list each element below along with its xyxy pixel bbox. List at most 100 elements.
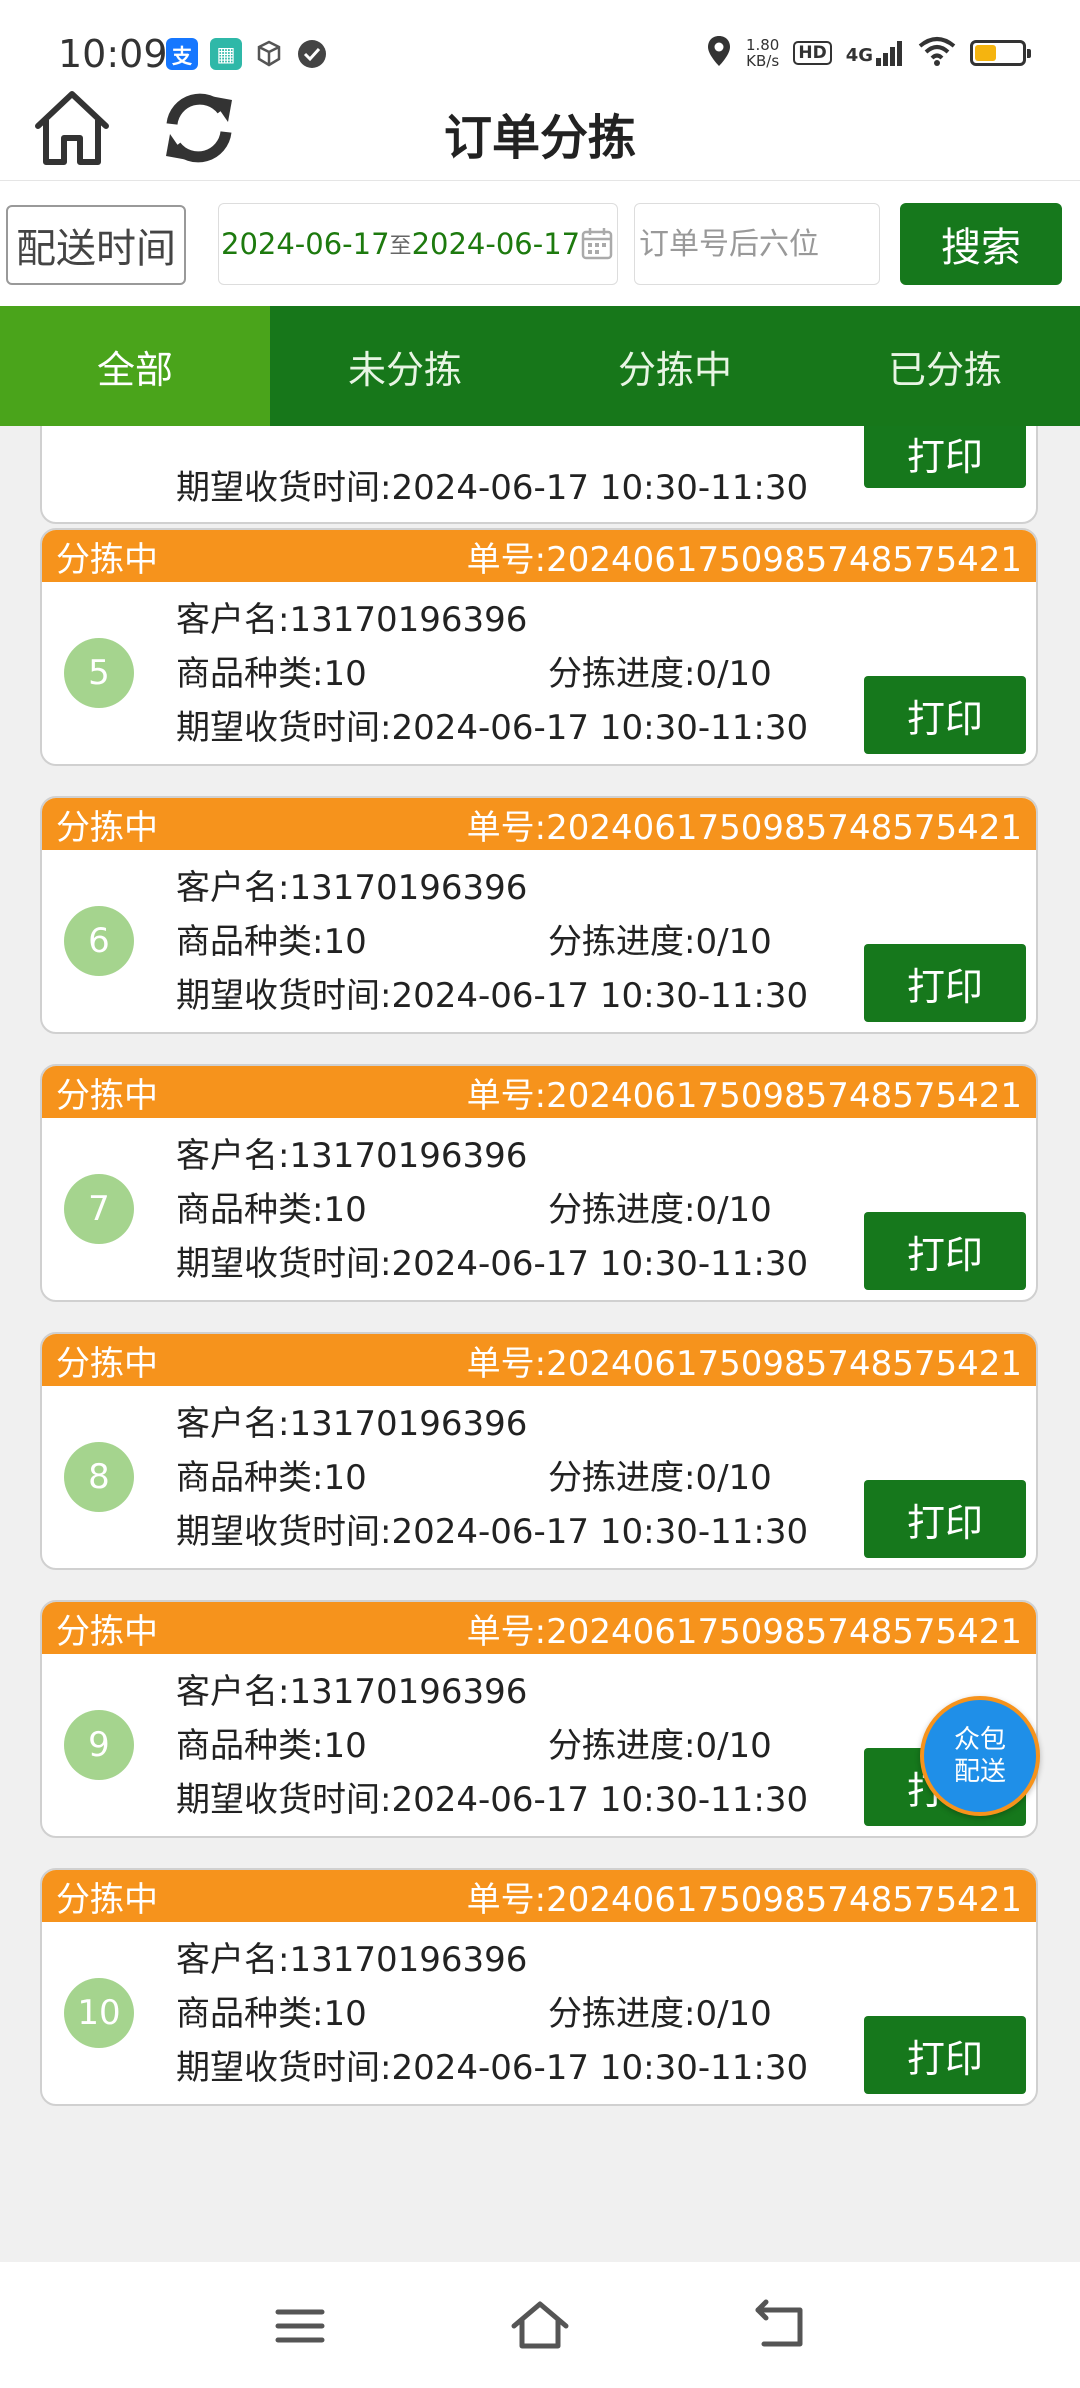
order-number: 单号:2024061750985748575421 — [466, 1611, 1022, 1652]
check-notification-icon — [296, 38, 328, 74]
order-index-badge: 9 — [64, 1710, 134, 1780]
order-status: 分拣中 — [56, 539, 158, 580]
calendar-icon — [581, 228, 613, 260]
order-card-header: 分拣中 单号:2024061750985748575421 — [42, 798, 1036, 850]
print-button[interactable]: 打印 — [864, 426, 1026, 488]
order-category: 商品种类:10 — [176, 1994, 367, 2034]
order-customer: 客户名:13170196396 — [176, 868, 528, 908]
order-index-badge: 7 — [64, 1174, 134, 1244]
tab-sorted[interactable]: 已分拣 — [810, 306, 1080, 426]
wifi-icon — [918, 36, 956, 70]
date-start: 2024-06-17 — [221, 227, 390, 261]
order-expected-time: 期望收货时间:2024-06-17 10:30-11:30 — [176, 1512, 809, 1552]
crowdsource-label-line1: 众包 — [953, 1725, 1006, 1755]
order-card-body: 10 客户名:13170196396 商品种类:10 分拣进度:0/10 期望收… — [42, 1922, 1036, 2104]
nav-home-button[interactable] — [510, 2298, 570, 2354]
order-card-header: 分拣中 单号:2024061750985748575421 — [42, 1334, 1036, 1386]
print-button[interactable]: 打印 — [864, 1480, 1026, 1558]
nav-menu-button[interactable] — [270, 2298, 330, 2354]
order-card-header: 分拣中 单号:2024061750985748575421 — [42, 1870, 1036, 1922]
print-button[interactable]: 打印 — [864, 676, 1026, 754]
order-card[interactable]: 分拣中 单号:2024061750985748575421 8 客户名:1317… — [40, 1332, 1038, 1570]
order-category: 商品种类:10 — [176, 1458, 367, 1498]
print-button[interactable]: 打印 — [864, 1212, 1026, 1290]
battery-icon — [970, 40, 1031, 66]
order-expected-time: 期望收货时间:2024-06-17 10:30-11:30 — [176, 708, 809, 748]
date-separator: 至 — [389, 234, 412, 259]
order-card[interactable]: 分拣中 单号:2024061750985748575421 5 客户名:1317… — [40, 528, 1038, 766]
status-time: 10:09 — [58, 32, 168, 76]
order-card-body: 7 客户名:13170196396 商品种类:10 分拣进度:0/10 期望收货… — [42, 1118, 1036, 1300]
order-number: 单号:2024061750985748575421 — [466, 1879, 1022, 1920]
order-index-badge: 5 — [64, 638, 134, 708]
order-card-body: 8 客户名:13170196396 商品种类:10 分拣进度:0/10 期望收货… — [42, 1386, 1036, 1568]
order-customer: 客户名:13170196396 — [176, 600, 528, 640]
order-index-badge: 10 — [64, 1978, 134, 2048]
order-status: 分拣中 — [56, 807, 158, 848]
date-type-selector[interactable]: 配送时间 — [6, 205, 186, 285]
order-card-body: 期望收货时间:2024-06-17 10:30-11:30 打印 — [42, 426, 1036, 522]
nav-home-icon — [511, 2301, 569, 2349]
order-card-body: 9 客户名:13170196396 商品种类:10 分拣进度:0/10 期望收货… — [42, 1654, 1036, 1836]
order-progress: 分拣进度:0/10 — [548, 1994, 772, 2034]
status-tabs: 全部 未分拣 分拣中 已分拣 — [0, 306, 1080, 426]
print-button[interactable]: 打印 — [864, 2016, 1026, 2094]
order-status: 分拣中 — [56, 1075, 158, 1116]
net-speed-unit: KB/s — [746, 52, 780, 70]
order-card-header: 分拣中 单号:2024061750985748575421 — [42, 1066, 1036, 1118]
crowdsource-delivery-button[interactable]: 众包 配送 — [920, 1696, 1040, 1816]
cell-signal: 4G — [846, 40, 904, 66]
order-expected-time: 期望收货时间:2024-06-17 10:30-11:30 — [176, 1780, 809, 1820]
date-end: 2024-06-17 — [411, 227, 581, 261]
order-status: 分拣中 — [56, 1611, 158, 1652]
order-card-header: 分拣中 单号:2024061750985748575421 — [42, 530, 1036, 582]
order-card-header: 分拣中 单号:2024061750985748575421 — [42, 1602, 1036, 1654]
network-type: 4G — [845, 45, 873, 66]
order-category: 商品种类:10 — [176, 1190, 367, 1230]
nav-back-button[interactable] — [750, 2298, 810, 2354]
order-card-partial: 期望收货时间:2024-06-17 10:30-11:30 打印 — [40, 426, 1038, 524]
print-button[interactable]: 打印 — [864, 944, 1026, 1022]
crowdsource-label-line2: 配送 — [953, 1757, 1006, 1787]
status-app-icons: 支 ▦ — [166, 38, 328, 74]
order-list[interactable]: 期望收货时间:2024-06-17 10:30-11:30 打印 分拣中 单号:… — [0, 426, 1080, 2262]
tab-unsorted[interactable]: 未分拣 — [270, 306, 540, 426]
search-button[interactable]: 搜索 — [900, 203, 1062, 285]
tab-all[interactable]: 全部 — [0, 306, 270, 426]
title-bar: 订单分拣 — [0, 88, 1080, 180]
order-progress: 分拣进度:0/10 — [548, 1190, 772, 1230]
date-range-picker[interactable]: 2024-06-17 至 2024-06-17 — [218, 203, 618, 285]
order-customer: 客户名:13170196396 — [176, 1940, 528, 1980]
app-notification-icon: 支 — [166, 38, 198, 70]
order-progress: 分拣进度:0/10 — [548, 1458, 772, 1498]
order-customer: 客户名:13170196396 — [176, 1404, 528, 1444]
order-expected-time: 期望收货时间:2024-06-17 10:30-11:30 — [176, 976, 809, 1016]
order-number: 单号:2024061750985748575421 — [466, 539, 1022, 580]
status-right: 1.80 KB/s HD 4G — [706, 34, 1031, 72]
calculator-notification-icon: ▦ — [210, 38, 242, 70]
signal-icon — [876, 41, 902, 66]
order-progress: 分拣进度:0/10 — [548, 654, 772, 694]
order-category: 商品种类:10 — [176, 922, 367, 962]
order-expected-time: 期望收货时间:2024-06-17 10:30-11:30 — [176, 468, 809, 508]
order-card-body: 5 客户名:13170196396 商品种类:10 分拣进度:0/10 期望收货… — [42, 582, 1036, 764]
order-number: 单号:2024061750985748575421 — [466, 807, 1022, 848]
order-category: 商品种类:10 — [176, 1726, 367, 1766]
search-bar: 配送时间 2024-06-17 至 2024-06-17 搜索 — [0, 180, 1080, 307]
order-number: 单号:2024061750985748575421 — [466, 1343, 1022, 1384]
order-number-input[interactable] — [634, 203, 880, 285]
order-status: 分拣中 — [56, 1879, 158, 1920]
order-card[interactable]: 分拣中 单号:2024061750985748575421 10 客户名:131… — [40, 1868, 1038, 2106]
battery-level — [975, 45, 996, 61]
net-speed: 1.80 KB/s — [746, 37, 779, 69]
order-progress: 分拣进度:0/10 — [548, 922, 772, 962]
order-card[interactable]: 分拣中 单号:2024061750985748575421 9 客户名:1317… — [40, 1600, 1038, 1838]
order-card[interactable]: 分拣中 单号:2024061750985748575421 6 客户名:1317… — [40, 796, 1038, 1034]
tab-sorting[interactable]: 分拣中 — [540, 306, 810, 426]
location-icon — [706, 34, 732, 72]
order-category: 商品种类:10 — [176, 654, 367, 694]
order-card[interactable]: 分拣中 单号:2024061750985748575421 7 客户名:1317… — [40, 1064, 1038, 1302]
order-customer: 客户名:13170196396 — [176, 1136, 528, 1176]
order-expected-time: 期望收货时间:2024-06-17 10:30-11:30 — [176, 2048, 809, 2088]
hd-badge: HD — [793, 41, 832, 65]
